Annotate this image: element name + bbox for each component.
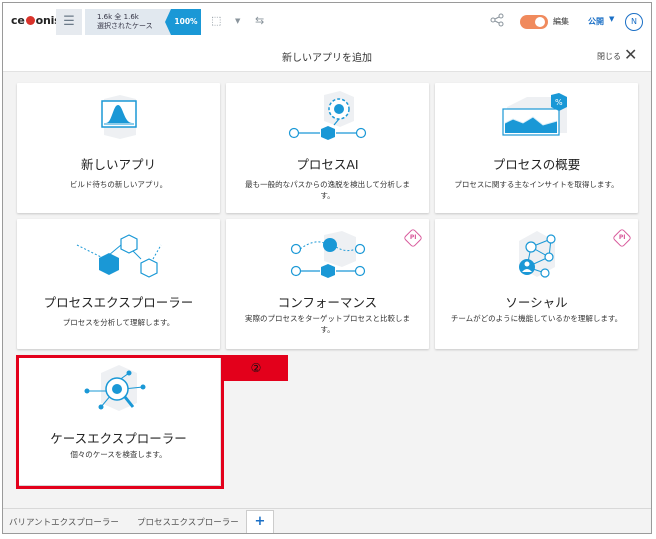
card-title: プロセスAI: [296, 157, 359, 172]
annotation-highlight-box: [16, 355, 224, 489]
social-network-icon: [519, 231, 556, 278]
card-conformance[interactable]: PI コンフォーマンス 実際のプロセスをターゲットプロセスと比較します。: [226, 219, 429, 349]
card-title: プロセスの概要: [492, 157, 581, 172]
pi-badge: PI: [612, 228, 632, 248]
card-description: プロセスを分析して理解します。: [62, 318, 175, 327]
card-title: ソーシャル: [505, 295, 568, 310]
annotation-label: ②: [224, 355, 288, 381]
selection-tool-icon[interactable]: ⬚: [211, 14, 221, 27]
edit-label: 編集: [553, 17, 569, 26]
swap-icon[interactable]: ⇆: [255, 14, 264, 27]
bottom-tab-bar: バリアントエクスプローラー プロセスエクスプローラー +: [3, 508, 651, 533]
card-description: チームがどのように機能しているかを理解します。: [450, 314, 623, 323]
avatar[interactable]: N: [625, 13, 643, 31]
card-description: 実際のプロセスをターゲットプロセスと比較します。: [245, 314, 410, 334]
chart-window-icon: [101, 95, 137, 139]
percent-badge[interactable]: 100%: [165, 9, 201, 35]
close-icon[interactable]: ✕: [624, 45, 637, 64]
menu-icon[interactable]: ☰: [56, 9, 82, 35]
card-title: コンフォーマンス: [277, 295, 378, 310]
card-description: 最も一般的なパスからの逸脱を検出して分析します。: [245, 180, 410, 200]
publish-caret-icon[interactable]: ▼: [609, 15, 614, 23]
dialog-header: 新しいアプリを追加 閉じる ✕: [3, 41, 651, 72]
overview-dashboard-icon: %: [502, 93, 567, 136]
card-social[interactable]: PI ソーシャル チームがどのように機能しているかを理解します。: [435, 219, 638, 349]
card-new-app[interactable]: 新しいアプリ ビルド待ちの新しいアプリ。: [17, 83, 220, 213]
share-icon[interactable]: [490, 13, 504, 27]
tab-variant-explorer[interactable]: バリアントエクスプローラー: [9, 516, 119, 528]
add-tab-button[interactable]: +: [246, 510, 274, 533]
edit-toggle[interactable]: [520, 15, 548, 29]
process-explorer-icon: [76, 234, 162, 278]
card-process-explorer[interactable]: プロセスエクスプローラー プロセスを分析して理解します。: [17, 219, 220, 349]
card-process-ai[interactable]: プロセスAI 最も一般的なパスからの逸脱を検出して分析します。: [226, 83, 429, 213]
conformance-icon: [290, 231, 366, 278]
app-window: cecelonisonis ☰ 1.6k 全 1.6k 選択されたケース 100…: [2, 2, 652, 534]
svg-text:%: %: [555, 98, 563, 107]
card-description: ビルド待ちの新しいアプリ。: [69, 180, 168, 189]
top-toolbar: cecelonisonis ☰ 1.6k 全 1.6k 選択されたケース 100…: [3, 3, 651, 42]
card-title: プロセスエクスプローラー: [43, 295, 194, 310]
selection-info[interactable]: 1.6k 全 1.6k 選択されたケース: [85, 9, 177, 35]
pi-badge: PI: [403, 228, 423, 248]
chevron-down-icon[interactable]: ▼: [235, 17, 240, 25]
card-title: 新しいアプリ: [80, 157, 156, 172]
tab-process-explorer[interactable]: プロセスエクスプローラー: [137, 516, 239, 528]
card-description: プロセスに関する主なインサイトを取得します。: [454, 180, 619, 189]
card-process-overview[interactable]: % プロセスの概要 プロセスに関する主なインサイトを取得します。: [435, 83, 638, 213]
dialog-title: 新しいアプリを追加: [282, 53, 372, 64]
close-button[interactable]: 閉じる: [597, 51, 621, 62]
celonis-logo: cecelonisonis: [11, 14, 61, 27]
publish-button[interactable]: 公開: [588, 16, 604, 27]
process-ai-icon: [288, 91, 367, 140]
